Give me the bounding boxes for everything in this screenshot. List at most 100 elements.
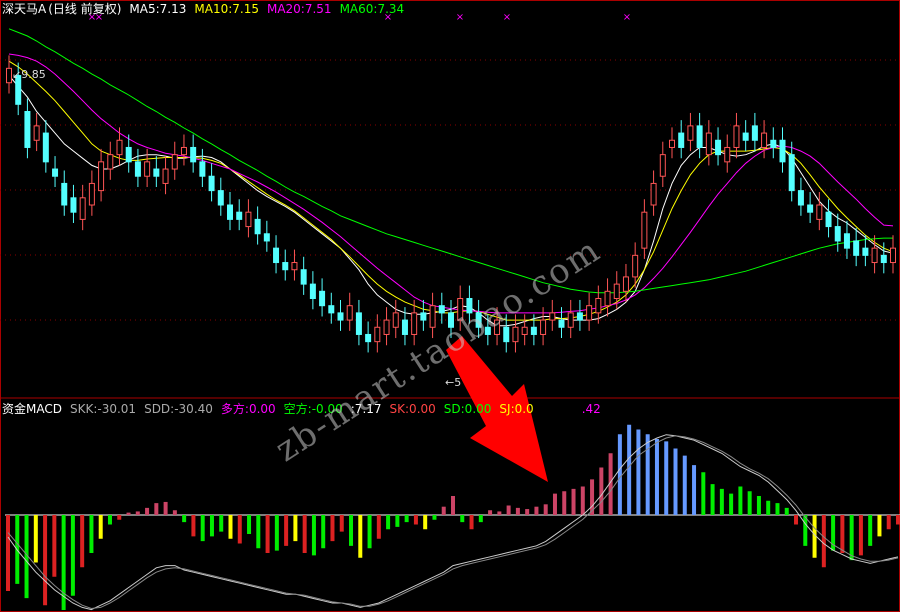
macd-histogram-bar [413,515,418,525]
macd-line-sdd [7,435,899,610]
candle-down [807,204,814,213]
macd-histogram-bar [738,486,743,515]
period-label: (日线 前复权) [48,2,122,16]
macd-histogram-bar [803,515,808,546]
macd-histogram-bar [6,515,10,591]
candle-up [540,319,547,335]
candle-up [641,211,648,249]
line-ma60 [8,28,893,294]
candle-up [374,326,381,343]
macd-histogram-bar [89,515,94,553]
macd-histogram-bar [135,511,140,515]
macd-histogram-bar [515,507,520,515]
candle-down [788,154,795,192]
candle-up [79,197,86,220]
macd-histogram-bar [154,503,159,515]
macd-histogram-bar [52,515,57,577]
duofang-readout: 多方:0.00 [220,402,276,416]
price-panel-header: 深天马A (日线 前复权) MA5:7.13 MA10:7.15 MA20:7.51 MA… [2,2,412,16]
candle-up [162,168,169,184]
macd-histogram-bar [460,515,465,523]
candle-up [411,312,418,335]
macd-histogram-bar [219,515,224,532]
macd-histogram-bar [571,488,576,515]
macd-histogram-bar [311,515,316,556]
candle-up [567,312,574,328]
macd-histogram-bar [265,515,270,553]
candle-up [613,283,620,300]
candle-down [715,139,722,156]
macd-histogram-bar [627,424,632,515]
macd-histogram-bar [497,511,502,515]
candle-up [180,146,187,156]
macd-histogram-bar [80,515,85,568]
candle-down [438,305,445,314]
candle-up [383,319,390,335]
candle-up [98,161,105,192]
skk-readout: SKK:-30.01 [69,402,137,416]
macd-histogram-bar [896,515,900,525]
ma60-readout: MA60:7.34 [339,2,405,16]
macd-histogram-bar [478,515,483,523]
candle-up [871,247,878,264]
macd-histogram-bar [376,515,381,539]
line-ma20 [8,53,894,314]
candle-up [116,139,123,156]
macd-histogram-bar [145,507,150,515]
candle-up [88,182,95,206]
signal-cross: × [623,12,631,23]
macd-histogram-bar [664,441,669,515]
macd-histogram-bar [163,501,168,515]
candle-down [282,262,289,271]
macd-histogram-bar [274,515,279,551]
candle-down [153,168,160,177]
candle-down [52,168,59,177]
candle-up [245,211,252,228]
macd-histogram-bar [432,515,437,520]
candle-down [42,132,49,163]
macd-histogram-bar [43,515,48,606]
candle-down [834,226,841,242]
macd-histogram-bar [395,515,400,527]
macd-histogram-bar [858,515,863,556]
candle-down [263,233,270,242]
macd-histogram-bar [33,515,38,563]
candle-up [659,154,666,177]
macd-histogram-bar [237,515,242,544]
macd-histogram-bar [645,434,650,515]
candle-up [429,305,436,328]
low-price-label: ←5 [445,376,462,389]
macd-histogram-bar [821,515,826,568]
stock-name: 深天马A [2,2,47,16]
candle-down [770,139,777,148]
macd-histogram-bar [673,448,678,515]
macd-histogram-bar [701,472,706,515]
candle-down [125,146,132,163]
candle-down [825,211,832,228]
macd-histogram-bar [747,491,752,515]
macd-histogram-bar [840,515,845,553]
macd-histogram-bar [534,506,539,515]
ma5-readout: MA5:7.13 [129,2,187,16]
candle-down [779,139,786,163]
candle-down [70,197,77,213]
macd-histogram-bar [293,515,298,542]
candle-up [33,125,40,141]
candle-up [705,132,712,156]
candle-down [576,312,583,321]
macd-histogram-bar [729,493,734,515]
candle-up [632,254,639,278]
candle-up [816,204,823,220]
candle-down [300,269,307,285]
candle-down [678,132,685,148]
chart-canvas[interactable]: ×× × × × × [0,0,900,612]
candle-up [733,125,740,148]
macd-histogram-bar [506,505,511,515]
macd-histogram-bar [775,503,780,515]
candle-up [291,262,298,271]
macd-histogram-bar [358,515,363,558]
macd-histogram-bar [70,515,75,596]
candle-up [650,182,657,206]
macd-histogram-bar [107,515,112,525]
macd-histogram-bar [302,515,307,553]
